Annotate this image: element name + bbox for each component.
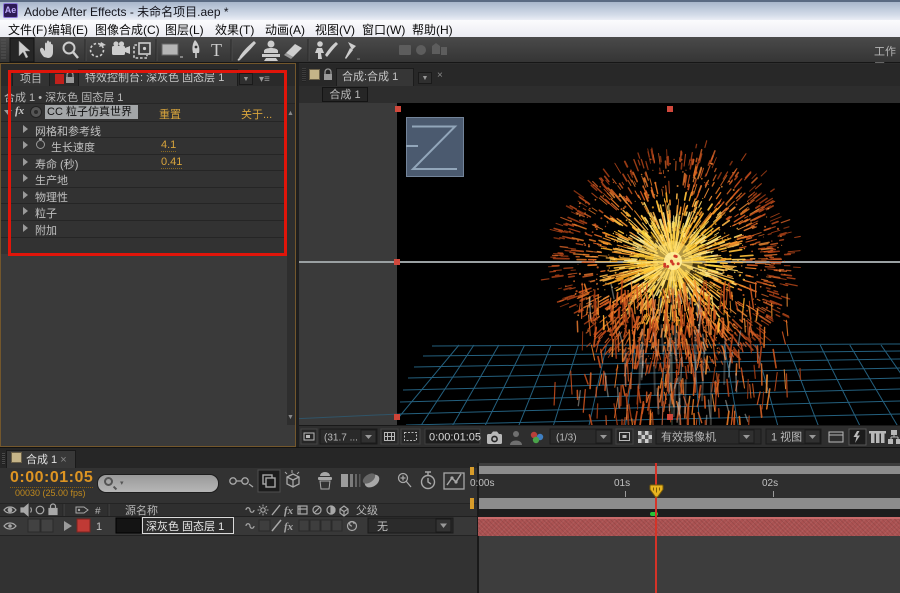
svg-text:源名称: 源名称 (125, 503, 158, 517)
svg-text:fx: fx (284, 505, 294, 517)
svg-text:fx: fx (284, 521, 294, 533)
svg-text:T: T (211, 40, 222, 60)
svg-text:深灰色 固态层 1: 深灰色 固态层 1 (146, 519, 224, 533)
svg-text:父级: 父级 (356, 504, 378, 517)
svg-text:1 视图: 1 视图 (771, 430, 802, 444)
svg-text:(31.7 ...: (31.7 ... (324, 433, 358, 444)
svg-text:1: 1 (96, 521, 102, 533)
svg-text:(1/3): (1/3) (556, 433, 577, 444)
svg-text:#: # (95, 506, 101, 517)
svg-text:0:00:01:05: 0:00:01:05 (429, 432, 481, 444)
svg-text:有效摄像机: 有效摄像机 (661, 430, 716, 444)
svg-text:无: 无 (377, 521, 388, 533)
